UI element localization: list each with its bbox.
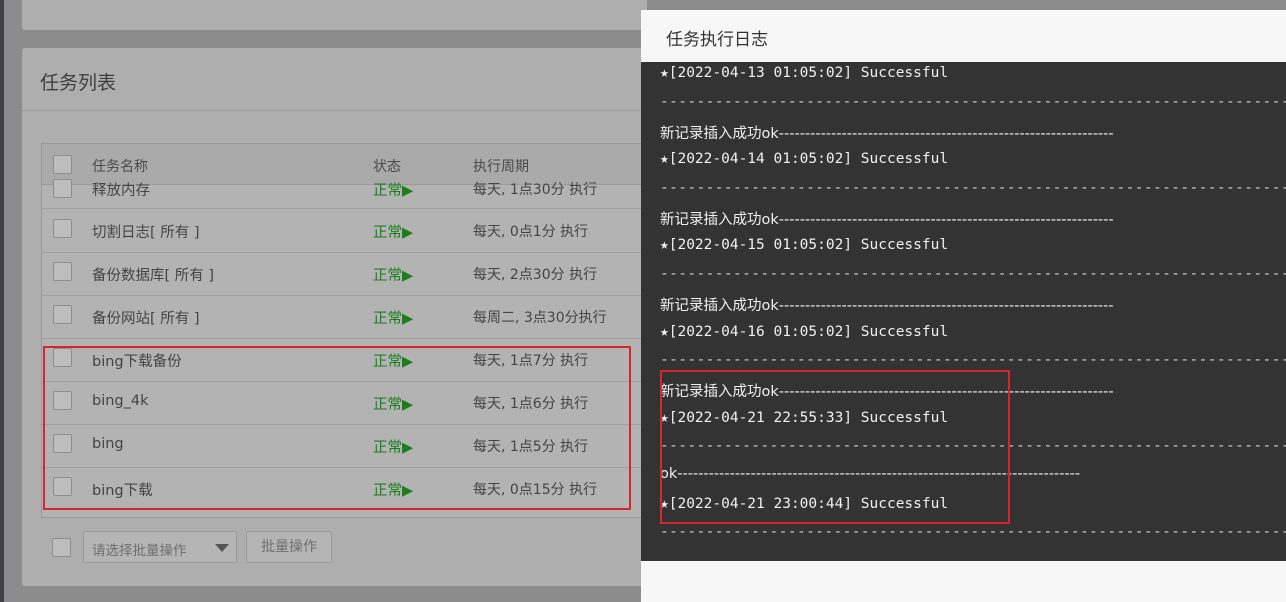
row-checkbox[interactable] [53,219,72,238]
batch-select-placeholder: 请选择批量操作 [92,543,187,559]
batch-operation-button[interactable]: 批量操作 [246,531,332,563]
status-toggle[interactable]: 正常▶ [373,179,413,200]
caret-down-icon [215,544,229,552]
batch-operation-select[interactable]: 请选择批量操作 [83,531,237,563]
status-toggle[interactable]: 正常▶ [373,264,413,285]
header-period: 执行周期 [473,159,529,175]
header-status: 状态 [373,159,401,175]
log-line: ★[2022-04-15 01:05:02] Successful [660,237,949,253]
log-separator: ----------------------------------------… [660,524,1286,540]
log-separator: ----------------------------------------… [660,352,1286,368]
left-edge-strip [0,0,4,602]
batch-select-checkbox[interactable] [52,538,71,557]
task-name[interactable]: 切割日志[ 所有 ] [92,221,200,242]
task-period: 每周二, 3点30分执行 [473,310,607,326]
top-panel [22,0,647,30]
log-line: 新记录插入成功ok-------------------------------… [660,212,1114,228]
log-line: ★[2022-04-16 01:05:02] Successful [660,324,949,340]
table-row[interactable]: 备份数据库[ 所有 ] 正常▶ 每天, 2点30分 执行 [42,252,648,296]
header-task-name: 任务名称 [92,159,148,175]
log-line: ★[2022-04-13 01:05:02] Successful [660,65,949,81]
log-separator: ----------------------------------------… [660,266,1286,282]
task-name[interactable]: 备份数据库[ 所有 ] [92,264,214,285]
status-toggle[interactable]: 正常▶ [373,307,413,328]
highlight-box-tasks [43,346,631,510]
task-period: 每天, 0点1分 执行 [473,224,589,240]
log-line: 新记录插入成功ok-------------------------------… [660,298,1114,314]
log-line: ★[2022-04-14 01:05:02] Successful [660,151,949,167]
panel-title: 任务列表 [40,72,117,94]
log-separator: ----------------------------------------… [660,94,1286,110]
select-all-checkbox[interactable] [53,155,72,174]
row-checkbox[interactable] [53,262,72,281]
log-line: 新记录插入成功ok-------------------------------… [660,126,1114,142]
task-period: 每天, 1点30分 执行 [473,182,598,198]
dialog-title: 任务执行日志 [666,30,768,50]
log-separator: ----------------------------------------… [660,180,1286,196]
highlight-box-log [660,370,1010,524]
table-row[interactable]: 备份网站[ 所有 ] 正常▶ 每周二, 3点30分执行 [42,295,648,339]
status-toggle[interactable]: 正常▶ [373,221,413,242]
panel-divider [22,110,647,111]
table-row[interactable]: 切割日志[ 所有 ] 正常▶ 每天, 0点1分 执行 [42,209,648,253]
task-name[interactable]: 释放内存 [92,179,150,200]
task-period: 每天, 2点30分 执行 [473,267,598,283]
row-checkbox[interactable] [53,179,72,198]
row-checkbox[interactable] [53,305,72,324]
table-row[interactable]: 释放内存 正常▶ 每天, 1点30分 执行 [42,177,648,209]
task-name[interactable]: 备份网站[ 所有 ] [92,307,200,328]
